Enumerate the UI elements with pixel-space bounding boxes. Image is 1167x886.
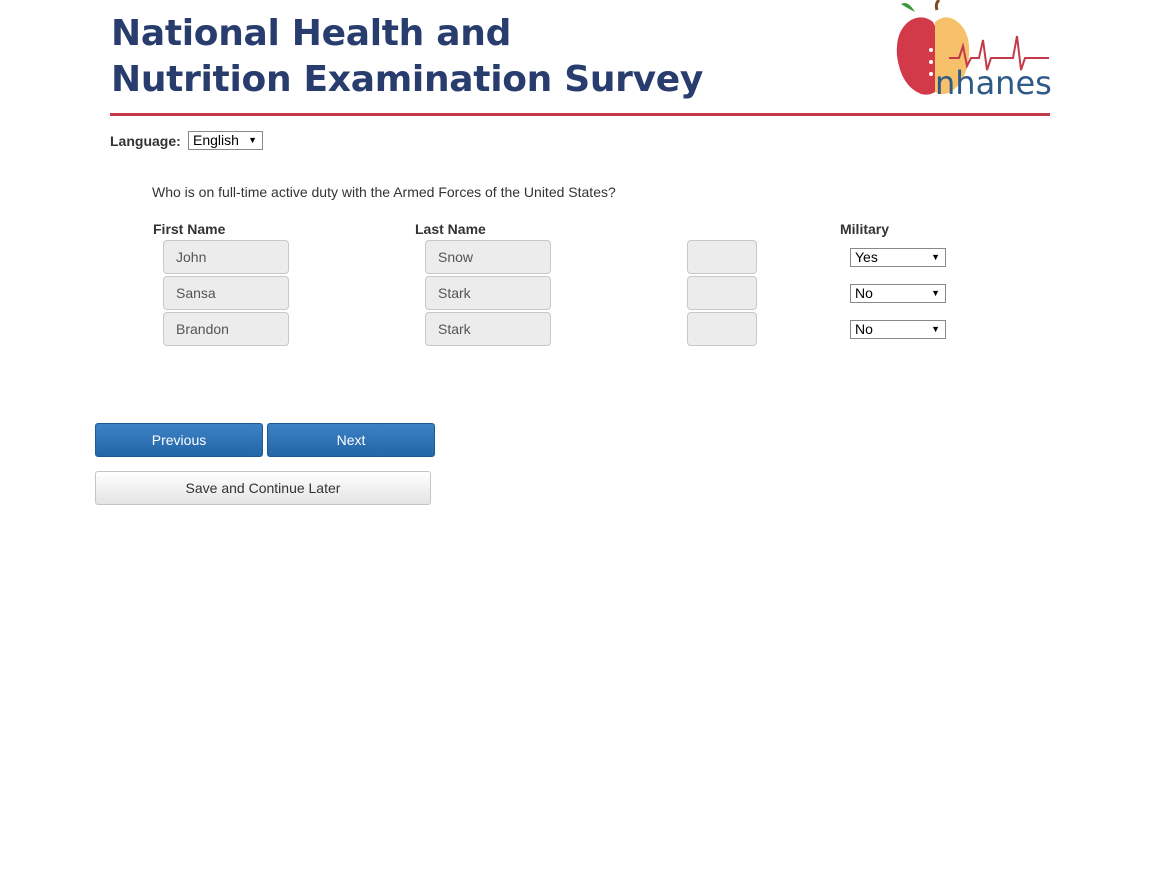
last-name-header: Last Name (415, 221, 486, 237)
first-name-field[interactable]: John (163, 240, 289, 274)
last-name-field[interactable]: Stark (425, 276, 551, 310)
chevron-down-icon: ▼ (248, 135, 257, 145)
save-continue-later-button[interactable]: Save and Continue Later (95, 471, 431, 505)
header-divider (110, 113, 1050, 116)
last-name-field[interactable]: Stark (425, 312, 551, 346)
nhanes-logo-text: nhanes (935, 64, 1052, 102)
extra-field[interactable] (687, 240, 757, 274)
survey-title-line-1: National Health and (111, 13, 512, 54)
survey-title-line-2: Nutrition Examination Survey (111, 59, 704, 100)
chevron-down-icon: ▼ (931, 288, 940, 298)
language-label: Language: (110, 133, 181, 149)
chevron-down-icon: ▼ (931, 252, 940, 262)
military-select-value: No (855, 285, 873, 301)
military-header: Military (840, 221, 890, 237)
survey-title: National Health and Nutrition Examinatio… (111, 11, 703, 103)
last-name-field[interactable]: Snow (425, 240, 551, 274)
military-select[interactable]: No ▼ (850, 320, 946, 339)
first-name-field[interactable]: Brandon (163, 312, 289, 346)
first-name-header: First Name (153, 221, 226, 237)
military-select[interactable]: No ▼ (850, 284, 946, 303)
language-select[interactable]: English ▼ (188, 131, 263, 150)
military-select[interactable]: Yes ▼ (850, 248, 946, 267)
nhanes-logo: nhanes (896, 0, 1052, 102)
extra-field[interactable] (687, 276, 757, 310)
chevron-down-icon: ▼ (931, 324, 940, 334)
extra-field[interactable] (687, 312, 757, 346)
military-select-value: Yes (855, 249, 878, 265)
next-button[interactable]: Next (267, 423, 435, 457)
question-text: Who is on full-time active duty with the… (152, 184, 616, 200)
language-select-value: English (193, 132, 239, 148)
military-select-value: No (855, 321, 873, 337)
previous-button[interactable]: Previous (95, 423, 263, 457)
first-name-field[interactable]: Sansa (163, 276, 289, 310)
